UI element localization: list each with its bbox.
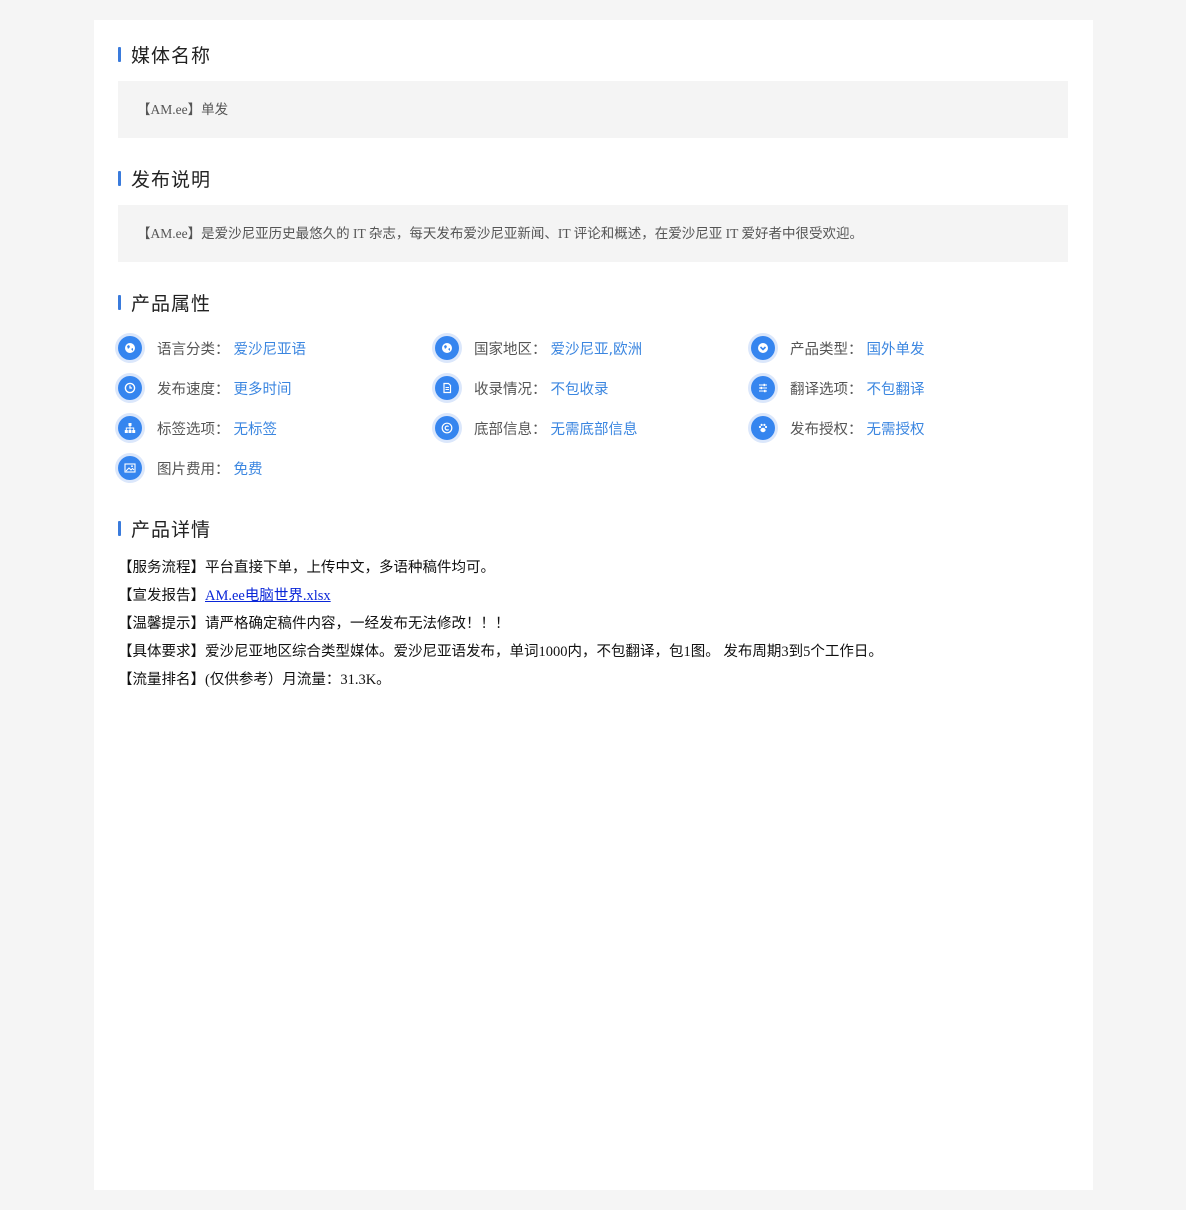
section-title-text: 产品属性	[131, 292, 212, 315]
attr-footer-info: 底部信息： 无需底部信息	[435, 415, 638, 441]
report-file-link[interactable]: AM.ee电脑世界.xlsx	[205, 588, 331, 604]
detail-line-report: 【宣发报告】AM.ee电脑世界.xlsx	[118, 582, 883, 610]
title-accent-bar	[118, 46, 121, 62]
section-title-media-name: 媒体名称	[118, 42, 212, 67]
attr-label: 收录情况：	[474, 381, 547, 398]
detail-line-service: 【服务流程】平台直接下单，上传中文，多语种稿件均可。	[118, 554, 883, 582]
attr-label: 标签选项：	[157, 421, 230, 438]
image-icon	[118, 456, 142, 480]
title-accent-bar	[118, 520, 121, 536]
copyright-icon	[435, 416, 459, 440]
detail-line-tip: 【温馨提示】请严格确定稿件内容，一经发布无法修改！！！	[118, 610, 883, 638]
description-box: 【AM.ee】是爱沙尼亚历史最悠久的 IT 杂志，每天发布爱沙尼亚新闻、IT 评…	[118, 205, 1068, 262]
attr-value: 无需授权	[866, 421, 925, 438]
attr-label: 发布授权：	[790, 421, 863, 438]
attr-product-type: 产品类型： 国外单发	[751, 335, 925, 361]
attr-value: 免费	[233, 461, 263, 478]
attr-value: 无标签	[233, 421, 278, 438]
attr-language: 语言分类： 爱沙尼亚语	[118, 335, 306, 361]
chevron-down-icon	[751, 336, 775, 360]
attr-image-fee: 图片费用： 免费	[118, 455, 263, 481]
attr-label: 语言分类：	[157, 341, 230, 358]
attr-value: 爱沙尼亚语	[233, 341, 307, 358]
sitemap-icon	[118, 416, 142, 440]
attr-label: 产品类型：	[790, 341, 863, 358]
section-title-description: 发布说明	[118, 166, 212, 191]
detail-prefix: 【温馨提示】	[118, 616, 205, 632]
section-title-text: 媒体名称	[131, 44, 212, 67]
attr-value: 不包翻译	[866, 381, 925, 398]
paw-icon	[751, 416, 775, 440]
attr-value: 爱沙尼亚,欧洲	[550, 341, 643, 358]
attr-label: 发布速度：	[157, 381, 230, 398]
detail-prefix: 【流量排名】	[118, 672, 205, 688]
attr-label: 国家地区：	[474, 341, 547, 358]
attr-tags: 标签选项： 无标签	[118, 415, 277, 441]
attr-value: 不包收录	[550, 381, 609, 398]
section-title-text: 发布说明	[131, 168, 212, 191]
title-accent-bar	[118, 294, 121, 310]
attr-value: 无需底部信息	[550, 421, 638, 438]
section-title-details: 产品详情	[118, 516, 212, 541]
attr-label: 翻译选项：	[790, 381, 863, 398]
attr-value: 更多时间	[233, 381, 292, 398]
attr-translation: 翻译选项： 不包翻译	[751, 375, 925, 401]
attr-label: 底部信息：	[474, 421, 547, 438]
attr-indexing: 收录情况： 不包收录	[435, 375, 609, 401]
detail-prefix: 【具体要求】	[118, 644, 205, 660]
detail-line-requirements: 【具体要求】爱沙尼亚地区综合类型媒体。爱沙尼亚语发布，单词1000内，不包翻译，…	[118, 638, 883, 666]
attr-value: 国外单发	[866, 341, 925, 358]
detail-text: 请严格确定稿件内容，一经发布无法修改！！！	[205, 616, 510, 632]
media-name-box: 【AM.ee】单发	[118, 81, 1068, 138]
section-title-attributes: 产品属性	[118, 290, 212, 315]
detail-text: 平台直接下单，上传中文，多语种稿件均可。	[205, 560, 495, 576]
detail-prefix: 【宣发报告】	[118, 588, 205, 604]
detail-prefix: 【服务流程】	[118, 560, 205, 576]
globe-icon	[118, 336, 142, 360]
details-content: 【服务流程】平台直接下单，上传中文，多语种稿件均可。 【宣发报告】AM.ee电脑…	[118, 554, 883, 694]
attr-speed: 发布速度： 更多时间	[118, 375, 292, 401]
globe-icon	[435, 336, 459, 360]
detail-text: 爱沙尼亚地区综合类型媒体。爱沙尼亚语发布，单词1000内，不包翻译，包1图。 发…	[205, 644, 883, 660]
attr-label: 图片费用：	[157, 461, 230, 478]
title-accent-bar	[118, 170, 121, 186]
sliders-icon	[751, 376, 775, 400]
attr-region: 国家地区： 爱沙尼亚,欧洲	[435, 335, 642, 361]
detail-text: (仅供参考）月流量：31.3K。	[205, 672, 391, 688]
detail-line-traffic: 【流量排名】(仅供参考）月流量：31.3K。	[118, 666, 883, 694]
clock-icon	[118, 376, 142, 400]
section-title-text: 产品详情	[131, 518, 212, 541]
document-icon	[435, 376, 459, 400]
content-card: 媒体名称 【AM.ee】单发 发布说明 【AM.ee】是爱沙尼亚历史最悠久的 I…	[94, 20, 1093, 1190]
attr-authorization: 发布授权： 无需授权	[751, 415, 925, 441]
